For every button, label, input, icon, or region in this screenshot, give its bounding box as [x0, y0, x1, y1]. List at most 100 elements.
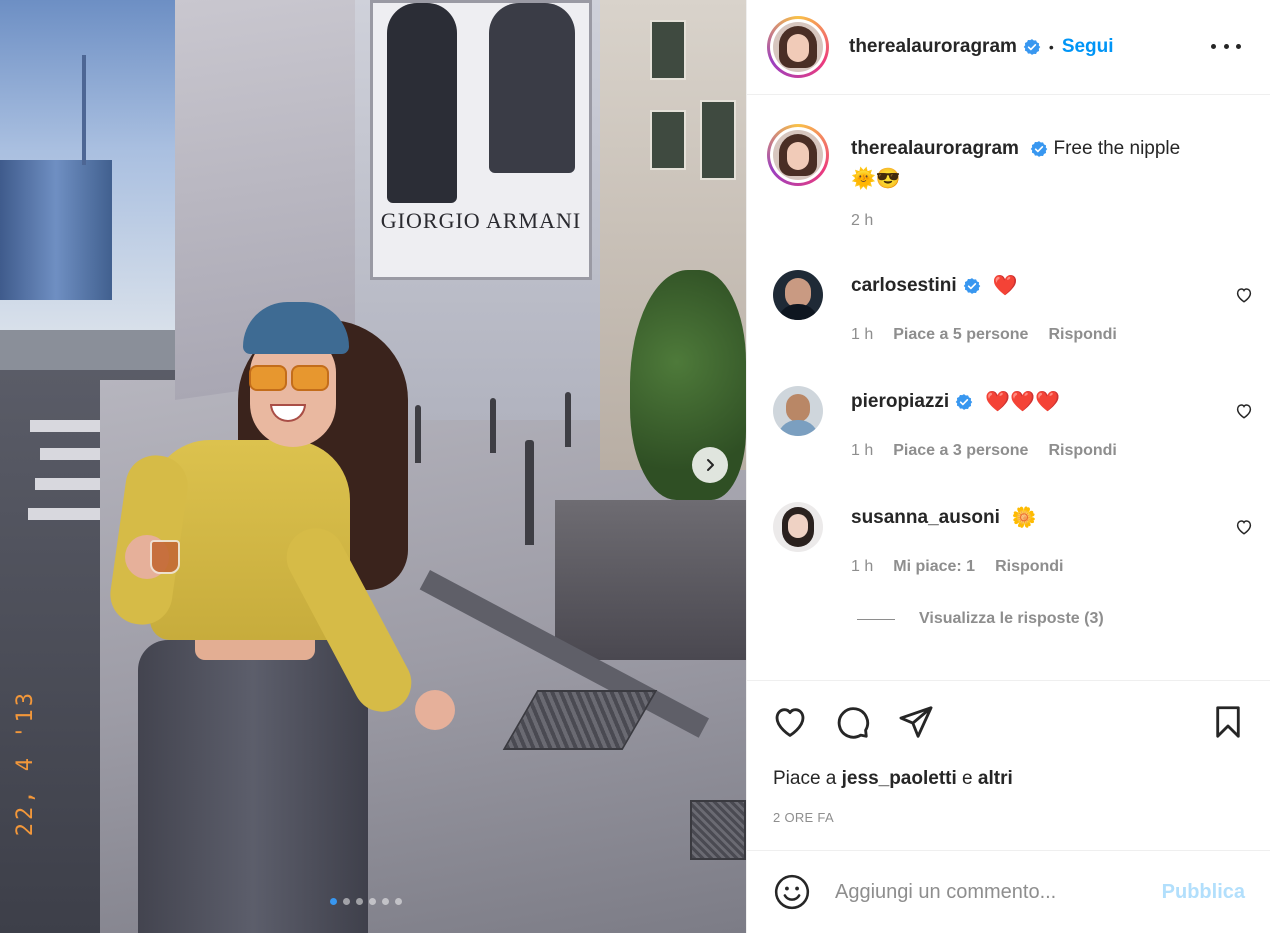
slide-indicator: [330, 898, 402, 905]
slide-dot: [395, 898, 402, 905]
next-slide-button[interactable]: [692, 447, 728, 483]
heart-icon: [775, 708, 805, 737]
post-actions: Piace a jess_paoletti e altri 2 ORE FA: [747, 680, 1270, 850]
verified-badge-icon: [955, 394, 973, 410]
comment-input[interactable]: [835, 875, 1135, 909]
save-button[interactable]: [1209, 703, 1247, 741]
photo-bollard: [565, 392, 571, 447]
comment-item: carlosestini ❤️ 1 h Piace a 5 persone Ri…: [773, 270, 1253, 380]
slide-dot: [369, 898, 376, 905]
likes-user-link[interactable]: jess_paoletti: [842, 768, 957, 789]
view-replies-label: Visualizza le risposte (3): [919, 610, 1104, 627]
caption-timestamp[interactable]: 2 h: [851, 212, 873, 230]
caption-body: therealauroragram Free the nipple 🌞😎: [851, 134, 1251, 194]
photo-grate: [690, 800, 746, 860]
comment-likes[interactable]: Piace a 3 persone: [893, 442, 1028, 460]
comment-avatar[interactable]: [773, 270, 823, 320]
caption-avatar[interactable]: [767, 124, 829, 186]
comment-username[interactable]: pieropiazzi: [851, 388, 949, 416]
verified-badge-icon: [1023, 39, 1041, 55]
comment-age[interactable]: 1 h: [851, 558, 873, 576]
comment-body: susanna_ausoni 🌼: [851, 504, 1037, 532]
photo-tower: [0, 160, 112, 300]
author-username[interactable]: therealauroragram: [849, 36, 1017, 58]
follow-button[interactable]: Segui: [1062, 36, 1114, 58]
photo-bollard: [525, 440, 534, 545]
comment-avatar[interactable]: [773, 502, 823, 552]
author-avatar[interactable]: [767, 16, 829, 78]
caption-emojis: 🌞😎: [851, 167, 901, 190]
more-options-icon[interactable]: [1211, 36, 1241, 56]
likes-prefix: Piace a: [773, 768, 837, 789]
comment-text: 🌼: [1011, 507, 1037, 529]
girl-sunglasses: [249, 365, 331, 393]
like-button[interactable]: [771, 703, 809, 741]
slide-dot: [356, 898, 363, 905]
comment-text: ❤️❤️❤️: [985, 391, 1060, 413]
comment-meta: 1 h Piace a 5 persone Rispondi: [851, 326, 1117, 344]
emoji-icon: [774, 874, 810, 910]
comment-avatar[interactable]: [773, 386, 823, 436]
view-replies-button[interactable]: Visualizza le risposte (3): [857, 610, 1104, 628]
photo-billboard: GIORGIO ARMANI: [370, 0, 592, 280]
comment-likes[interactable]: Piace a 5 persone: [893, 326, 1028, 344]
view-replies-line: [857, 618, 895, 620]
post-header: therealauroragram • Segui: [747, 0, 1270, 95]
comment-like-heart-icon[interactable]: [1235, 402, 1253, 420]
billboard-figure: [387, 3, 457, 203]
comment-body: pieropiazzi ❤️❤️❤️: [851, 388, 1060, 416]
sunglasses-lens: [291, 365, 329, 391]
header-separator: •: [1048, 39, 1054, 55]
share-icon: [899, 706, 933, 738]
comment-button[interactable]: [833, 703, 871, 741]
girl-pants: [138, 640, 368, 933]
post-age[interactable]: 2 ORE FA: [773, 810, 834, 825]
slide-dot: [343, 898, 350, 905]
comment-like-heart-icon[interactable]: [1235, 518, 1253, 536]
girl-cup: [150, 540, 180, 574]
photo-bollard: [490, 398, 496, 453]
comment-icon: [837, 707, 869, 739]
comment-meta: 1 h Piace a 3 persone Rispondi: [851, 442, 1117, 460]
comment-item: susanna_ausoni 🌼 1 h Mi piace: 1 Rispond…: [773, 502, 1253, 612]
emoji-picker-button[interactable]: [773, 873, 811, 911]
comment-reply-button[interactable]: Rispondi: [995, 558, 1063, 576]
comment-age[interactable]: 1 h: [851, 442, 873, 460]
comment-meta: 1 h Mi piace: 1 Rispondi: [851, 558, 1064, 576]
comment-age[interactable]: 1 h: [851, 326, 873, 344]
billboard-figure: [489, 3, 575, 173]
comment-like-heart-icon[interactable]: [1235, 286, 1253, 304]
caption-username[interactable]: therealauroragram: [851, 138, 1019, 159]
chevron-right-icon: [707, 459, 714, 471]
comment-reply-button[interactable]: Rispondi: [1048, 442, 1116, 460]
slide-dot: [330, 898, 337, 905]
comment-username[interactable]: carlosestini: [851, 272, 957, 300]
photo-window: [650, 20, 686, 80]
photo-bush: [630, 270, 746, 500]
publish-button[interactable]: Pubblica: [1162, 881, 1245, 904]
post-side-panel: therealauroragram • Segui therealaurorag…: [746, 0, 1270, 933]
comment-item: pieropiazzi ❤️❤️❤️ 1 h Piace a 3 persone…: [773, 386, 1253, 496]
comment-username[interactable]: susanna_ausoni: [851, 504, 1000, 532]
likes-others-link[interactable]: altri: [978, 768, 1013, 789]
comment-reply-button[interactable]: Rispondi: [1048, 326, 1116, 344]
verified-badge-icon: [963, 278, 980, 294]
share-button[interactable]: [897, 703, 935, 741]
photo-bollard: [415, 405, 421, 463]
photo-date-stamp: 22, 4 '13: [13, 690, 38, 837]
slide-dot: [382, 898, 389, 905]
sunglasses-lens: [249, 365, 287, 391]
girl-hand-right: [415, 690, 455, 730]
comment-text: ❤️: [992, 275, 1018, 297]
billboard-text: GIORGIO ARMANI: [380, 208, 582, 233]
photo-spire: [82, 55, 86, 165]
verified-badge-icon: [1030, 141, 1048, 157]
comment-likes[interactable]: Mi piace: 1: [893, 558, 975, 576]
photo-window: [700, 100, 736, 180]
comment-body: carlosestini ❤️: [851, 272, 1018, 300]
bookmark-icon: [1216, 706, 1240, 738]
post-photo[interactable]: GIORGIO ARMANI 22, 4 '13: [0, 0, 746, 933]
likes-conjunction: e: [962, 768, 973, 789]
photo-planter: [555, 500, 746, 660]
caption-text: Free the nipple: [1053, 138, 1181, 159]
